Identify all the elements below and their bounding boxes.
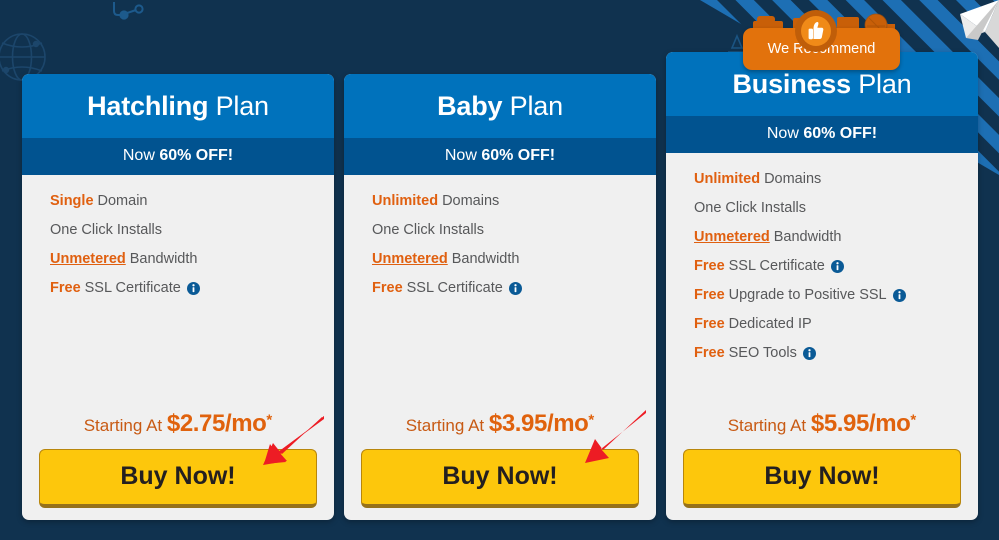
- pricing-card-business[interactable]: Business Plan Now 60% OFF! Unlimited Doma…: [666, 52, 978, 520]
- feature-text: Domains: [442, 193, 500, 209]
- feature-text: Domains: [764, 171, 822, 187]
- feature-list-business: Unlimited Domains One Click Installs Unmete…: [666, 153, 978, 412]
- info-icon[interactable]: [508, 281, 522, 295]
- buy-now-baby[interactable]: Buy Now!: [361, 449, 639, 508]
- pricing-card-hatchling[interactable]: Hatchling Plan Now 60% OFF! Single Domain…: [22, 74, 334, 520]
- info-icon[interactable]: [892, 288, 906, 302]
- feature-item: Unmetered Bandwidth: [694, 230, 978, 245]
- pricing-card-baby[interactable]: Baby Plan Now 60% OFF! Unlimited Domains O…: [344, 74, 656, 520]
- price-prefix: Starting At: [83, 416, 167, 435]
- feature-list-hatchling: Single Domain One Click Installs Unmetered B…: [22, 175, 334, 412]
- feature-highlight: Free: [694, 345, 725, 361]
- info-icon[interactable]: [830, 259, 844, 273]
- card-header-baby: Baby Plan: [344, 74, 656, 138]
- feature-text: One Click Installs: [372, 222, 485, 238]
- price-prefix: Starting At: [405, 416, 489, 435]
- feature-text: Domain: [97, 193, 148, 209]
- feature-item: Unmetered Bandwidth: [372, 252, 656, 267]
- plan-word: Plan: [858, 69, 912, 99]
- feature-item: Unlimited Domains: [694, 172, 978, 187]
- price-prefix: Starting At: [727, 416, 811, 435]
- feature-text: SSL Certificate: [728, 258, 825, 274]
- plan-word: Plan: [509, 91, 563, 121]
- card-promo-baby: Now 60% OFF!: [344, 138, 656, 175]
- promo-prefix: Now: [766, 125, 804, 142]
- feature-item: Free SSL Certificate: [372, 281, 656, 296]
- card-promo-hatchling: Now 60% OFF!: [22, 138, 334, 175]
- promo-strong: 60% OFF!: [803, 125, 878, 142]
- feature-highlight: Free: [694, 258, 725, 274]
- feature-text: One Click Installs: [694, 200, 807, 216]
- feature-highlight: Free: [694, 316, 725, 332]
- card-header-hatchling: Hatchling Plan: [22, 74, 334, 138]
- plan-name: Hatchling: [87, 91, 209, 121]
- feature-highlight: Unmetered: [694, 229, 770, 245]
- price-line-business: Starting At $5.95/mo*: [666, 412, 978, 436]
- plan-word: Plan: [215, 91, 269, 121]
- price-asterisk: *: [266, 411, 273, 429]
- feature-text: SSL Certificate: [406, 280, 503, 296]
- promo-prefix: Now: [122, 147, 160, 164]
- feature-item: Unlimited Domains: [372, 194, 656, 209]
- info-icon[interactable]: [802, 346, 816, 360]
- feature-text: SSL Certificate: [84, 280, 181, 296]
- feature-text: One Click Installs: [50, 222, 163, 238]
- feature-item: Free SSL Certificate: [50, 281, 334, 296]
- feature-item: Free Upgrade to Positive SSL: [694, 288, 978, 303]
- feature-item: One Click Installs: [694, 201, 978, 216]
- price-line-hatchling: Starting At $2.75/mo*: [22, 412, 334, 436]
- feature-item: Free SEO Tools: [694, 346, 978, 361]
- price-line-baby: Starting At $3.95/mo*: [344, 412, 656, 436]
- plan-name: Baby: [437, 91, 503, 121]
- feature-list-baby: Unlimited Domains One Click Installs Unmete…: [344, 175, 656, 412]
- price-asterisk: *: [910, 411, 917, 429]
- buy-now-hatchling[interactable]: Buy Now!: [39, 449, 317, 508]
- feature-highlight: Unmetered: [372, 251, 448, 267]
- buy-now-business[interactable]: Buy Now!: [683, 449, 961, 508]
- feature-highlight: Unlimited: [372, 193, 439, 209]
- feature-item: Free SSL Certificate: [694, 259, 978, 274]
- info-icon[interactable]: [186, 281, 200, 295]
- feature-text: Upgrade to Positive SSL: [728, 287, 887, 303]
- price-block-baby: Starting At $3.95/mo* Buy Now!: [344, 412, 656, 520]
- feature-highlight: Single: [50, 193, 94, 209]
- price-block-hatchling: Starting At $2.75/mo* Buy Now!: [22, 412, 334, 520]
- promo-prefix: Now: [444, 147, 482, 164]
- price-amount: $3.95/mo: [488, 410, 589, 437]
- plan-name: Business: [732, 69, 851, 99]
- feature-highlight: Unmetered: [50, 251, 126, 267]
- pricing-cards-container: Hatchling Plan Now 60% OFF! Single Domain…: [0, 0, 999, 540]
- card-promo-business: Now 60% OFF!: [666, 116, 978, 153]
- feature-highlight: Unlimited: [694, 171, 761, 187]
- price-asterisk: *: [588, 411, 595, 429]
- feature-item: Unmetered Bandwidth: [50, 252, 334, 267]
- feature-text: Bandwidth: [451, 251, 520, 267]
- feature-item: One Click Installs: [372, 223, 656, 238]
- feature-highlight: Free: [372, 280, 403, 296]
- feature-item: Single Domain: [50, 194, 334, 209]
- feature-highlight: Free: [50, 280, 81, 296]
- promo-strong: 60% OFF!: [159, 147, 234, 164]
- thumbs-up-icon: [795, 10, 837, 52]
- feature-text: Dedicated IP: [728, 316, 812, 332]
- price-amount: $2.75/mo: [166, 410, 267, 437]
- feature-highlight: Free: [694, 287, 725, 303]
- feature-item: One Click Installs: [50, 223, 334, 238]
- promo-strong: 60% OFF!: [481, 147, 556, 164]
- feature-text: Bandwidth: [129, 251, 198, 267]
- feature-text: SEO Tools: [728, 345, 797, 361]
- feature-item: Free Dedicated IP: [694, 317, 978, 332]
- price-block-business: Starting At $5.95/mo* Buy Now!: [666, 412, 978, 520]
- price-amount: $5.95/mo: [810, 410, 911, 437]
- feature-text: Bandwidth: [773, 229, 842, 245]
